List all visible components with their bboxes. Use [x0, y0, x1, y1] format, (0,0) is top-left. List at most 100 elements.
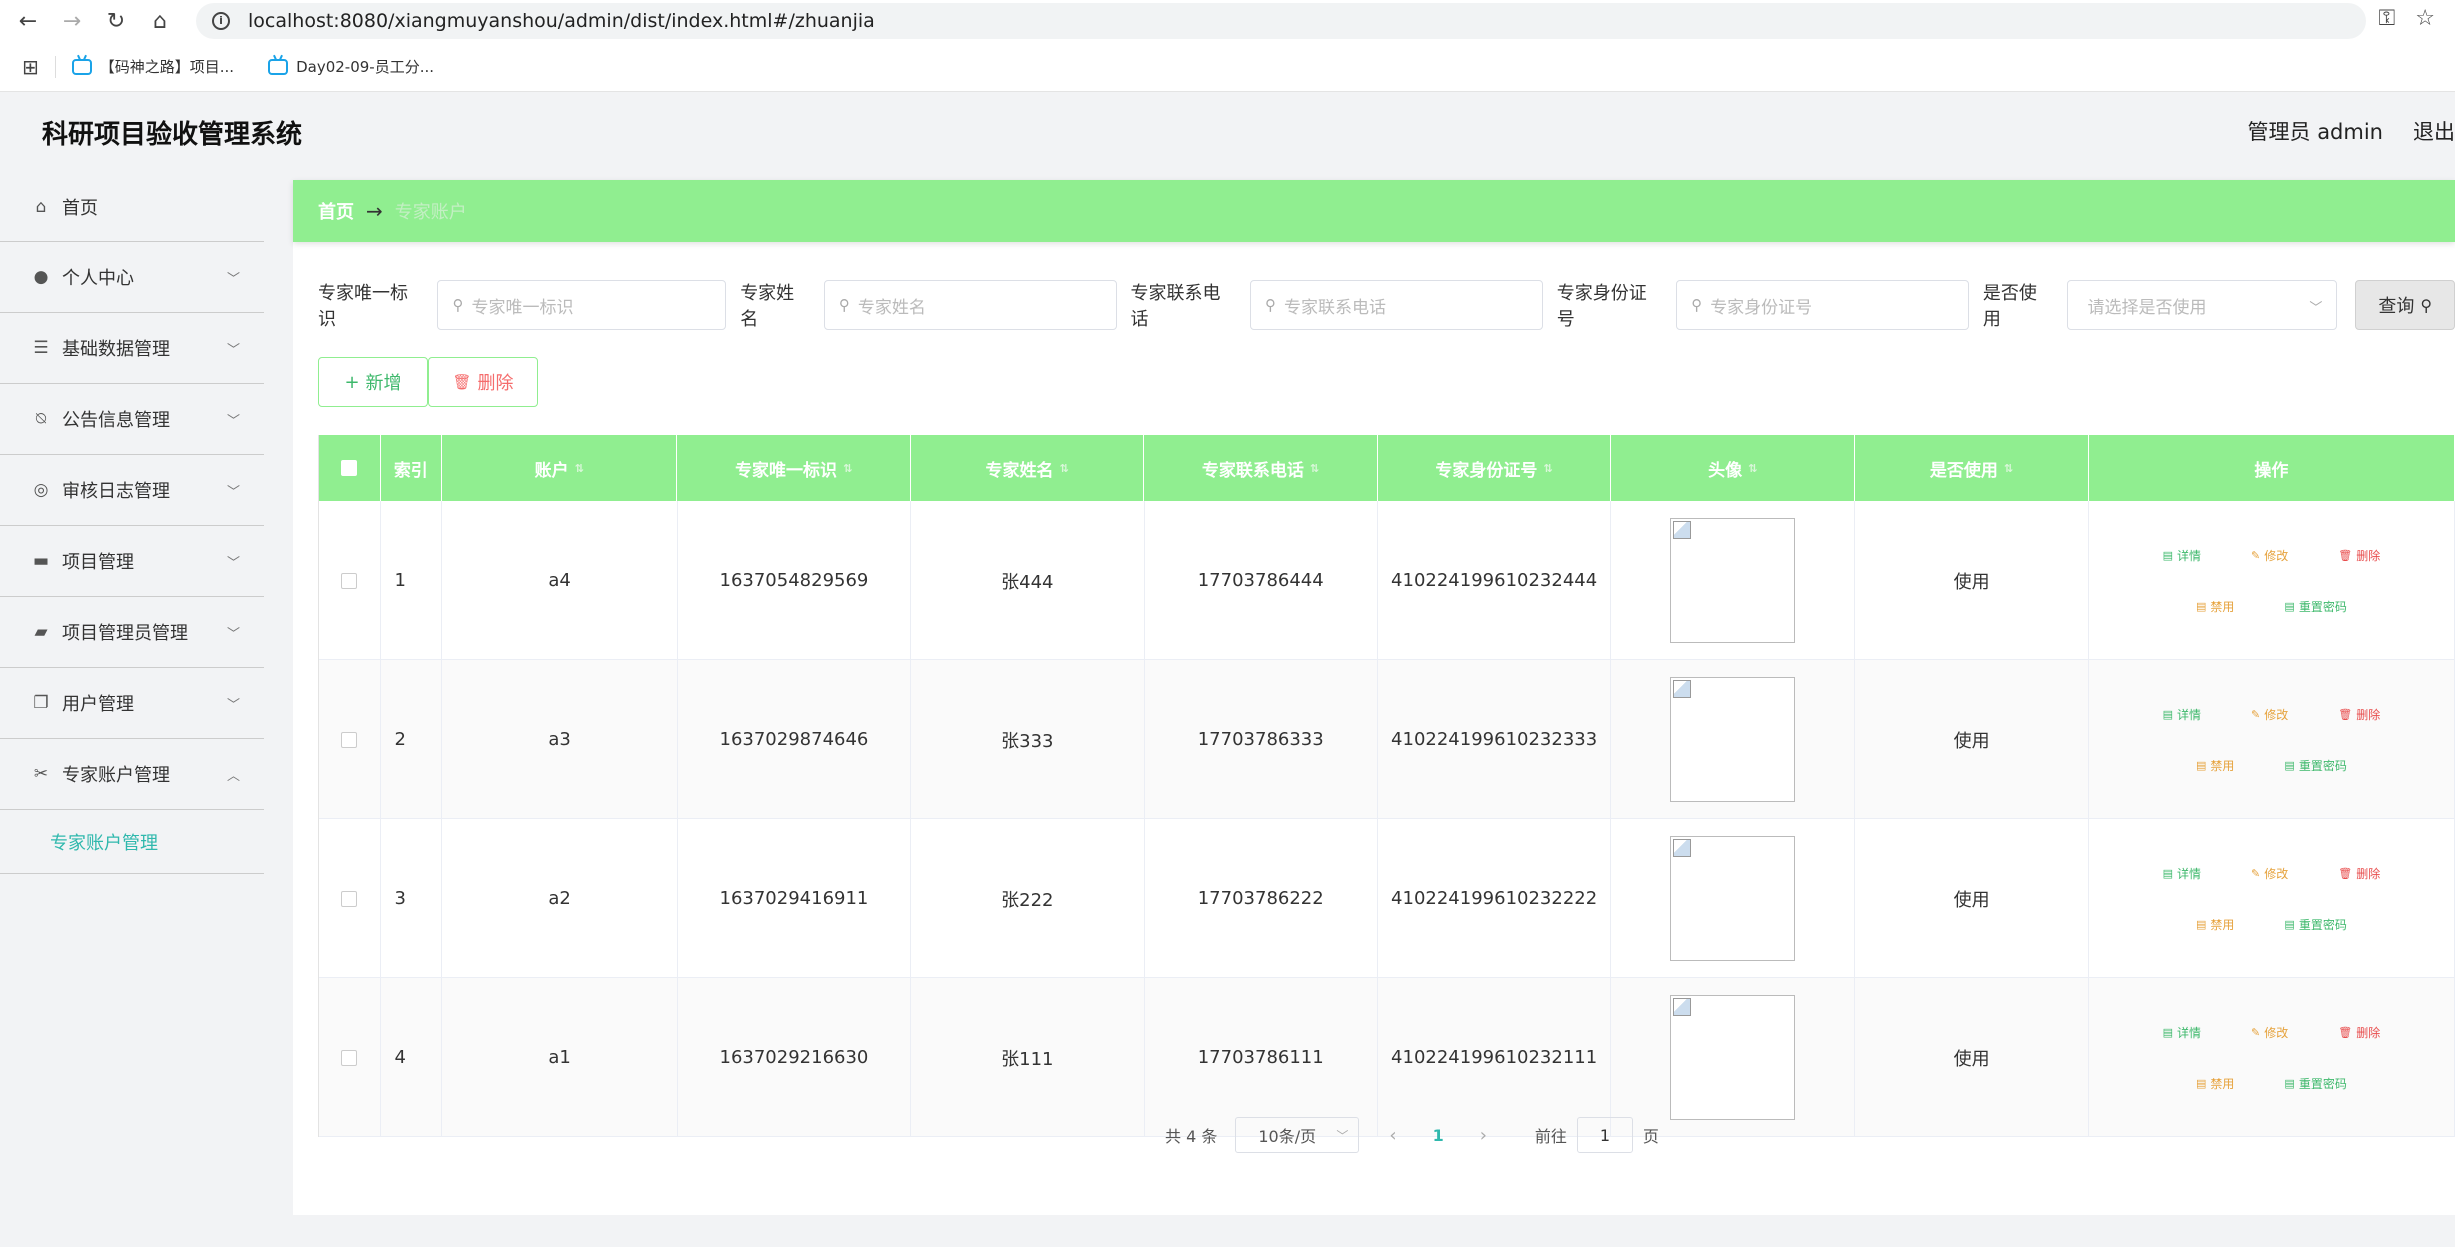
- forward-icon[interactable]: →: [56, 5, 88, 37]
- idcard-search-input[interactable]: ⚲ 专家身份证号: [1676, 280, 1969, 330]
- next-page-icon[interactable]: ›: [1480, 1125, 1487, 1146]
- reset-password-button[interactable]: ▤ 重置密码: [2284, 1075, 2346, 1092]
- reset-password-button[interactable]: ▤ 重置密码: [2284, 916, 2346, 933]
- document-icon: ▤: [2196, 917, 2207, 931]
- batch-delete-button[interactable]: 🗑 删除: [428, 357, 538, 407]
- name-search-input[interactable]: ⚲ 专家姓名: [823, 280, 1117, 330]
- cell-index: 2: [381, 660, 443, 819]
- sidebar-item-base-data[interactable]: ☰ 基础数据管理 ﹀: [0, 313, 264, 384]
- sidebar-item-label: 用户管理: [62, 694, 134, 715]
- address-bar[interactable]: i localhost:8080/xiangmuyanshou/admin/di…: [196, 3, 2366, 39]
- sidebar-subitem-expert-account[interactable]: 专家账户管理: [0, 810, 264, 874]
- sidebar-item-expert-account[interactable]: ✂ 专家账户管理 ︿: [0, 739, 264, 810]
- phone-search-input[interactable]: ⚲ 专家联系电话: [1250, 280, 1543, 330]
- sort-icon[interactable]: ⇅: [1059, 462, 1068, 475]
- disable-button[interactable]: ▤ 禁用: [2196, 598, 2234, 615]
- bookmarks-bar: ⊞ 【码神之路】项目... Day02-09-员工分...: [0, 42, 2455, 92]
- password-key-icon[interactable]: ⚿: [2379, 6, 2396, 31]
- logout-link[interactable]: 退出: [2413, 116, 2455, 146]
- edit-button[interactable]: ✎ 修改: [2251, 865, 2288, 882]
- page-size-select[interactable]: 10条/页 ﹀: [1235, 1117, 1360, 1153]
- apps-grid-icon[interactable]: ⊞: [22, 55, 39, 79]
- back-icon[interactable]: ←: [12, 5, 44, 37]
- broken-image-icon: [1673, 521, 1692, 539]
- header-in-use[interactable]: 是否使用 ⇅: [1855, 435, 2089, 501]
- user-label: 管理员 admin: [2247, 120, 2383, 144]
- row-select-cell: [319, 660, 381, 819]
- avatar[interactable]: [1670, 518, 1796, 643]
- breadcrumb-home[interactable]: 首页: [318, 198, 354, 224]
- avatar[interactable]: [1670, 995, 1796, 1120]
- header-avatar[interactable]: 头像 ⇅: [1611, 435, 1856, 501]
- search-label-in-use: 是否使用: [1982, 283, 2037, 330]
- sort-icon[interactable]: ⇅: [843, 462, 852, 475]
- add-button[interactable]: + 新增: [318, 357, 428, 407]
- delete-button-label: 删除: [477, 373, 514, 394]
- page-number-current[interactable]: 1: [1433, 1126, 1444, 1145]
- header-name[interactable]: 专家姓名 ⇅: [911, 435, 1145, 501]
- bookmark-star-icon[interactable]: ☆: [2415, 6, 2435, 31]
- sidebar-item-users[interactable]: ❐ 用户管理 ﹀: [0, 668, 264, 739]
- document-icon: ▤: [2284, 599, 2295, 613]
- delete-button[interactable]: 🗑 删除: [2338, 1024, 2380, 1041]
- header-uid[interactable]: 专家唯一标识 ⇅: [677, 435, 911, 501]
- in-use-select[interactable]: 请选择是否使用 ﹀: [2066, 280, 2338, 330]
- sidebar-item-project[interactable]: ▬ 项目管理 ﹀: [0, 526, 264, 597]
- reset-password-button[interactable]: ▤ 重置密码: [2284, 598, 2346, 615]
- bookmark-item-1[interactable]: 【码神之路】项目...: [71, 56, 234, 77]
- header-idcard[interactable]: 专家身份证号 ⇅: [1378, 435, 1612, 501]
- sidebar-item-audit-log[interactable]: ◎ 审核日志管理 ﹀: [0, 455, 264, 526]
- select-all-checkbox[interactable]: [341, 460, 358, 476]
- sort-icon[interactable]: ⇅: [575, 462, 584, 475]
- query-button[interactable]: 查询 ⚲: [2355, 280, 2455, 330]
- sort-icon[interactable]: ⇅: [2004, 462, 2013, 475]
- edit-button[interactable]: ✎ 修改: [2251, 547, 2288, 564]
- uid-search-input[interactable]: ⚲ 专家唯一标识: [437, 280, 727, 330]
- document-icon: ▤: [2196, 599, 2207, 613]
- delete-button[interactable]: 🗑 删除: [2338, 706, 2380, 723]
- document-icon: ▤: [2162, 1025, 2173, 1039]
- disable-button[interactable]: ▤ 禁用: [2196, 757, 2234, 774]
- delete-button[interactable]: 🗑 删除: [2338, 547, 2380, 564]
- select-all-cell: [319, 435, 381, 501]
- row-checkbox[interactable]: [341, 890, 358, 907]
- sort-icon[interactable]: ⇅: [1748, 462, 1757, 475]
- detail-button[interactable]: ▤ 详情: [2163, 706, 2201, 723]
- cell-uid: 1637029216630: [678, 978, 912, 1137]
- sort-icon[interactable]: ⇅: [1543, 462, 1552, 475]
- row-checkbox[interactable]: [341, 572, 358, 589]
- sidebar-item-project-admin[interactable]: ▰ 项目管理员管理 ﹀: [0, 597, 264, 668]
- reset-password-button[interactable]: ▤ 重置密码: [2284, 757, 2346, 774]
- cell-phone: 17703786222: [1145, 819, 1378, 978]
- broken-image-icon: [1673, 839, 1692, 857]
- site-info-icon[interactable]: i: [212, 12, 230, 30]
- row-checkbox[interactable]: [341, 1049, 358, 1066]
- edit-button[interactable]: ✎ 修改: [2251, 706, 2288, 723]
- avatar[interactable]: [1670, 677, 1796, 802]
- row-checkbox[interactable]: [341, 731, 358, 748]
- app-header: 科研项目验收管理系统 管理员 admin 退出: [0, 92, 2455, 172]
- prev-page-icon[interactable]: ‹: [1389, 1125, 1396, 1146]
- sidebar-item-profile[interactable]: ● 个人中心 ﹀: [0, 242, 264, 313]
- goto-page-input[interactable]: 1: [1576, 1117, 1633, 1153]
- avatar[interactable]: [1670, 836, 1796, 961]
- detail-button[interactable]: ▤ 详情: [2163, 547, 2201, 564]
- bookmark-item-2[interactable]: Day02-09-员工分...: [268, 56, 434, 77]
- disable-button[interactable]: ▤ 禁用: [2196, 916, 2234, 933]
- detail-button[interactable]: ▤ 详情: [2163, 865, 2201, 882]
- detail-button[interactable]: ▤ 详情: [2163, 1024, 2201, 1041]
- sidebar-item-home[interactable]: ⌂ 首页: [0, 172, 264, 242]
- reload-icon[interactable]: ↻: [100, 5, 132, 37]
- bilibili-icon: [268, 58, 289, 75]
- op-label: 重置密码: [2298, 758, 2347, 773]
- add-button-label: 新增: [365, 373, 402, 394]
- header-phone[interactable]: 专家联系电话 ⇅: [1144, 435, 1378, 501]
- document-icon: ▤: [2162, 866, 2173, 880]
- header-account[interactable]: 账户 ⇅: [442, 435, 678, 501]
- sidebar-item-notice[interactable]: ⍉ 公告信息管理 ﹀: [0, 384, 264, 455]
- home-browser-icon[interactable]: ⌂: [144, 5, 176, 37]
- sort-icon[interactable]: ⇅: [1310, 462, 1319, 475]
- delete-button[interactable]: 🗑 删除: [2338, 865, 2380, 882]
- disable-button[interactable]: ▤ 禁用: [2196, 1075, 2234, 1092]
- edit-button[interactable]: ✎ 修改: [2251, 1024, 2288, 1041]
